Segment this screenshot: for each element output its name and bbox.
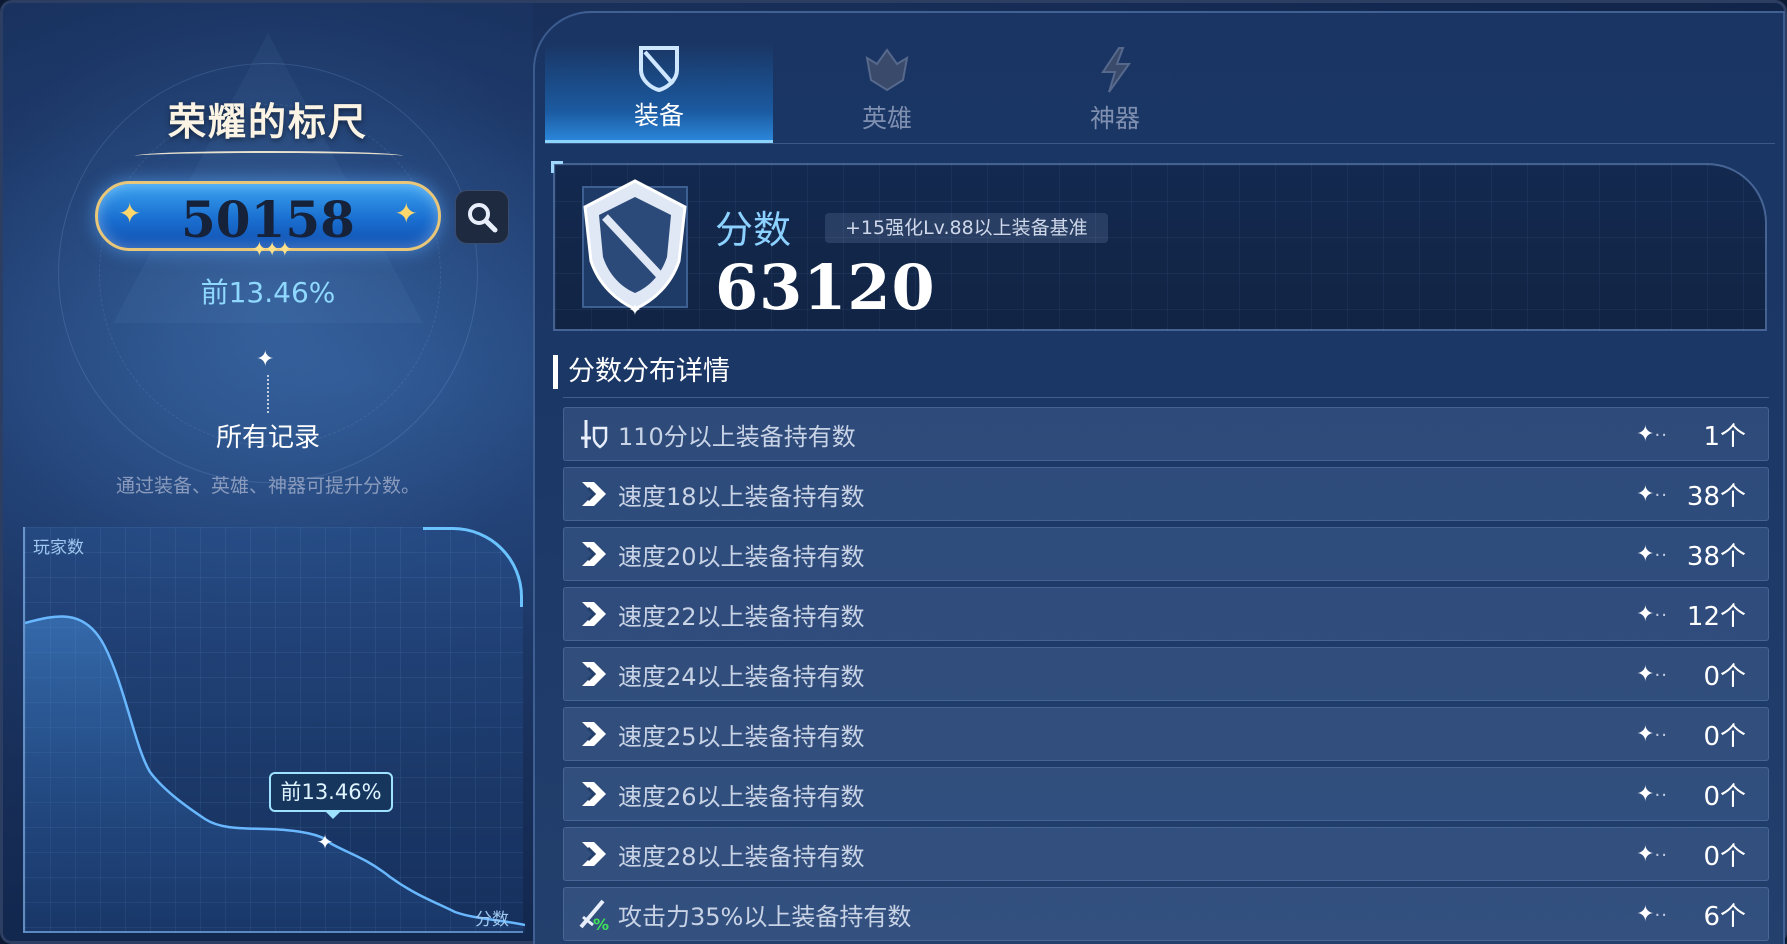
list-item-label: 110分以上装备持有数 [618,422,856,451]
list-item-count: 0个 [1703,841,1746,872]
list-item-label: 速度20以上装备持有数 [618,542,865,571]
list-item-count: 0个 [1703,781,1746,812]
distribution-list: 110分以上装备持有数 ✦·· 1个 速度18以上装备持有数 ✦·· 38个 速… [563,407,1769,944]
sparkle-icon: ✦·· [1636,901,1668,927]
sparkle-icon: ✦·· [1636,541,1668,567]
sparkle-icon: ✦ [256,347,275,372]
list-item-count: 38个 [1686,481,1746,512]
connector-line [267,375,269,413]
tab-artifact[interactable]: 神器 [1001,43,1229,143]
score-summary-panel: 荣耀的标尺 ✦ 50158 ✦ ✦✦✦ 前13.46% ✦ 所有记录 通过装备、… [3,3,533,944]
list-item: 速度25以上装备持有数 ✦·· 0个 [563,707,1769,761]
magnifier-icon [468,203,498,233]
list-item: 速度28以上装备持有数 ✦·· 0个 [563,827,1769,881]
tab-label: 英雄 [861,104,912,133]
list-item: 速度18以上装备持有数 ✦·· 38个 [563,467,1769,521]
speed-arrow-icon [576,476,612,512]
list-item-count: 38个 [1686,541,1746,572]
speed-arrow-icon [576,836,612,872]
all-records-link[interactable]: 所有记录 [3,417,533,454]
list-item: 速度24以上装备持有数 ✦·· 0个 [563,647,1769,701]
speed-arrow-icon [576,776,612,812]
list-item-count: 0个 [1703,721,1746,752]
list-item-label: 速度24以上装备持有数 [618,662,865,691]
equipment-emblem-icon: ✦ [582,179,688,317]
sparkle-icon: ✦✦✦ [251,237,293,261]
panel-title: 荣耀的标尺 [167,100,368,144]
graph-y-label: 玩家数 [33,538,84,558]
sparkle-icon: ✦·· [1636,601,1668,627]
sparkle-icon: ✦·· [1636,421,1668,447]
list-item-count: 1个 [1703,421,1746,452]
list-item-label: 攻击力35%以上装备持有数 [618,902,912,931]
list-item-label: 速度25以上装备持有数 [618,722,865,751]
tab-hero[interactable]: 英雄 [773,43,1001,143]
list-item: 速度26以上装备持有数 ✦·· 0个 [563,767,1769,821]
list-item-label: 速度18以上装备持有数 [618,482,865,511]
sparkle-icon: ✦ [394,197,418,230]
distribution-section-title: 分数分布详情 [553,355,730,389]
score-detail-panel: 装备 英雄 神器 ✦ 分数 +15强化Lv.88以上装备基准 63120 分数分… [533,11,1785,944]
list-item-count: 6个 [1703,901,1746,932]
speed-arrow-icon [576,536,612,572]
score-basis-tag: +15强化Lv.88以上装备基准 [825,213,1108,243]
list-item: % 攻击力35%以上装备持有数 ✦·· 6个 [563,887,1769,941]
graph-position-tooltip: 前13.46% [269,772,393,819]
list-item: 速度22以上装备持有数 ✦·· 12个 [563,587,1769,641]
speed-arrow-icon [576,716,612,752]
attack-percent-icon: % [576,896,612,932]
card-corner-mark [551,161,563,173]
artifact-lightning-icon [1087,45,1143,95]
category-score-card: ✦ 分数 +15强化Lv.88以上装备基准 63120 [551,161,1767,331]
list-divider [563,397,1769,398]
graph-x-label: 分数 [475,910,509,930]
tab-label: 装备 [633,101,684,130]
sparkle-icon: ✦·· [1636,661,1668,687]
sword-shield-icon [576,416,612,452]
speed-arrow-icon [576,596,612,632]
game-window: 荣耀的标尺 ✦ 50158 ✦ ✦✦✦ 前13.46% ✦ 所有记录 通过装备、… [0,0,1787,944]
equipment-shield-icon [631,43,687,92]
category-tabs: 装备 英雄 神器 [545,43,1229,143]
search-button[interactable] [455,190,509,244]
tab-label: 神器 [1089,104,1140,133]
sparkle-icon: ✦·· [1636,481,1668,507]
hint-text: 通过装备、英雄、神器可提升分数。 [115,475,420,497]
list-item-count: 12个 [1686,601,1746,632]
hero-helmet-icon [859,45,915,95]
list-item: 速度20以上装备持有数 ✦·· 38个 [563,527,1769,581]
svg-text:%: % [593,915,609,931]
sparkle-icon: ✦·· [1636,721,1668,747]
tab-equipment[interactable]: 装备 [545,43,773,143]
list-item-count: 0个 [1703,661,1746,692]
speed-arrow-icon [576,656,612,692]
svg-text:✦: ✦ [628,300,641,317]
score-label: 分数 [715,208,792,252]
category-score-value: 63120 [715,251,936,324]
sparkle-icon: ✦·· [1636,781,1668,807]
rank-percentile: 前13.46% [200,276,336,309]
title-ornament [135,151,403,161]
list-item-label: 速度26以上装备持有数 [618,782,865,811]
list-item-label: 速度22以上装备持有数 [618,602,865,631]
list-item-label: 速度28以上装备持有数 [618,842,865,871]
marker-star-icon: ✦ [317,830,334,854]
list-item: 110分以上装备持有数 ✦·· 1个 [563,407,1769,461]
tab-divider [545,143,1775,144]
sparkle-icon: ✦·· [1636,841,1668,867]
